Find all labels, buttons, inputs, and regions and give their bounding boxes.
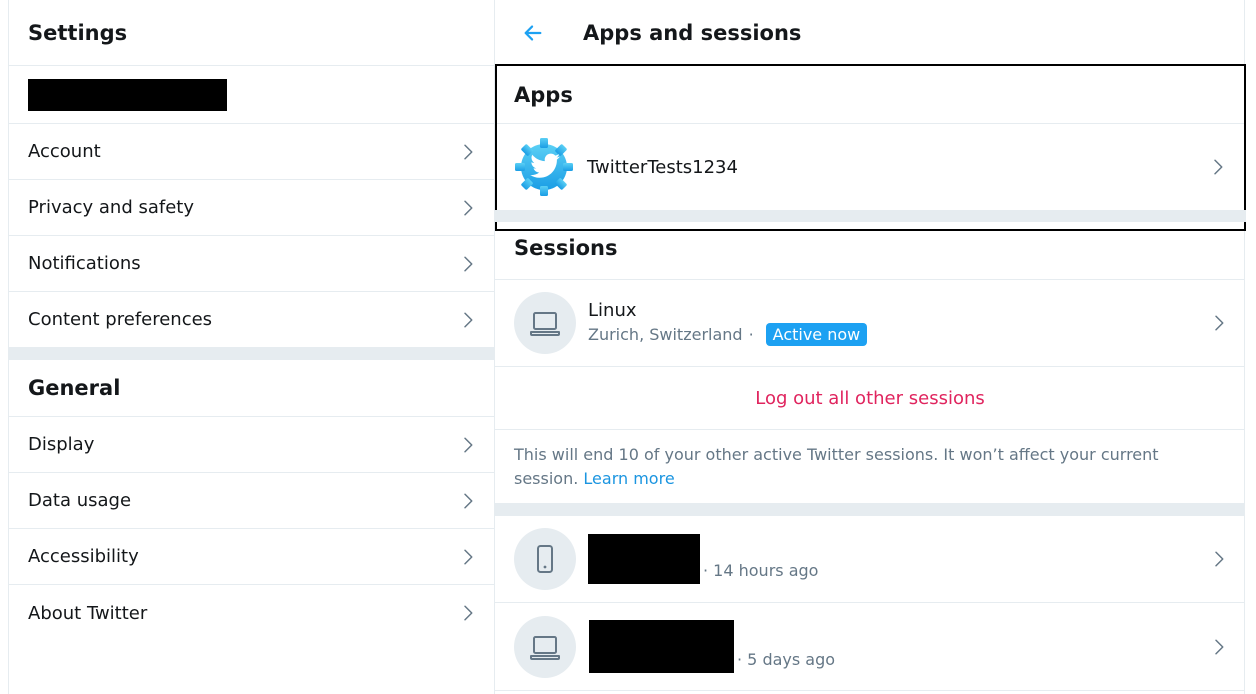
device-avatar <box>514 528 576 590</box>
settings-item-data-usage[interactable]: Data usage <box>9 473 494 529</box>
session-info: Linux Zurich, Switzerland · Active now <box>588 300 1209 346</box>
settings-item-label: Account <box>28 141 101 162</box>
app-item[interactable]: TwitterTests1234 <box>497 124 1244 210</box>
chevron-right-icon <box>458 310 478 330</box>
apps-section: Apps TwitterTests1234 <box>495 64 1246 231</box>
laptop-icon <box>530 312 560 336</box>
session-item[interactable]: · 14 hours ago <box>495 516 1245 603</box>
session-meta: · 5 days ago <box>588 620 835 673</box>
app-name: TwitterTests1234 <box>587 156 738 178</box>
device-avatar <box>514 292 576 354</box>
settings-item-privacy-and-safety[interactable]: Privacy and safety <box>9 180 494 236</box>
meta-separator: · <box>748 325 754 344</box>
settings-item-accessibility[interactable]: Accessibility <box>9 529 494 585</box>
session-time: · 5 days ago <box>737 650 836 669</box>
settings-item-account[interactable]: Account <box>9 124 494 180</box>
redacted-device-name <box>589 620 734 673</box>
settings-item-label: Display <box>28 434 95 455</box>
logout-label: Log out all other sessions <box>755 387 985 409</box>
settings-item-notifications[interactable]: Notifications <box>9 236 494 292</box>
chevron-right-icon <box>1209 549 1229 569</box>
session-meta: Zurich, Switzerland · Active now <box>588 323 1209 346</box>
settings-item-label: Content preferences <box>28 309 213 330</box>
session-meta: · 14 hours ago <box>588 534 818 584</box>
learn-more-link[interactable]: Learn more <box>583 469 674 488</box>
current-session-item[interactable]: Linux Zurich, Switzerland · Active now <box>495 280 1245 367</box>
settings-item-label: About Twitter <box>28 602 148 624</box>
chevron-right-icon <box>1209 313 1229 333</box>
settings-item-label: Privacy and safety <box>28 197 195 218</box>
section-divider <box>495 210 1246 222</box>
apps-section-title: Apps <box>497 66 1244 124</box>
chevron-right-icon <box>1209 637 1229 657</box>
settings-header: Settings <box>9 0 494 66</box>
active-now-badge: Active now <box>765 323 868 346</box>
apps-and-sessions-panel: Apps and sessions Apps TwitterTests1234 … <box>495 0 1246 694</box>
logout-note: This will end 10 of your other active Tw… <box>495 430 1245 503</box>
redacted-username <box>28 79 227 111</box>
settings-item-label: Data usage <box>28 490 132 511</box>
apps-sessions-header: Apps and sessions <box>495 0 1244 66</box>
settings-item-content-preferences[interactable]: Content preferences <box>9 292 494 348</box>
phone-icon <box>537 545 553 573</box>
sessions-section: Sessions Linux Zurich, Switzerland · Act… <box>495 231 1245 691</box>
redacted-device-name <box>588 534 700 584</box>
settings-item-label: Accessibility <box>28 546 139 567</box>
settings-item-about-twitter[interactable]: About Twitter <box>9 585 494 641</box>
session-time: · 14 hours ago <box>703 561 819 580</box>
session-item[interactable]: · 5 days ago <box>495 603 1245 691</box>
sessions-section-title: Sessions <box>495 231 1245 280</box>
section-divider <box>495 503 1245 516</box>
settings-item-label: Notifications <box>28 253 141 274</box>
app-gear-bird-icon <box>515 138 573 196</box>
chevron-right-icon <box>458 547 478 567</box>
session-device-name: Linux <box>588 300 637 321</box>
user-handle-row <box>9 66 494 124</box>
back-arrow-icon[interactable] <box>521 21 545 45</box>
settings-title: Settings <box>28 20 128 45</box>
general-section-title: General <box>9 360 494 417</box>
chevron-right-icon <box>458 491 478 511</box>
chevron-right-icon <box>458 198 478 218</box>
device-avatar <box>514 615 576 678</box>
chevron-right-icon <box>458 142 478 162</box>
chevron-right-icon <box>1208 157 1228 177</box>
logout-all-sessions-button[interactable]: Log out all other sessions <box>495 367 1245 430</box>
page-title: Apps and sessions <box>583 20 802 45</box>
settings-panel: Settings Account Privacy and safety Noti… <box>8 0 495 694</box>
chevron-right-icon <box>458 435 478 455</box>
chevron-right-icon <box>458 254 478 274</box>
session-location: Zurich, Switzerland <box>588 325 743 344</box>
section-divider <box>9 348 494 360</box>
chevron-right-icon <box>458 603 478 623</box>
laptop-icon <box>530 635 560 660</box>
settings-item-display[interactable]: Display <box>9 417 494 473</box>
